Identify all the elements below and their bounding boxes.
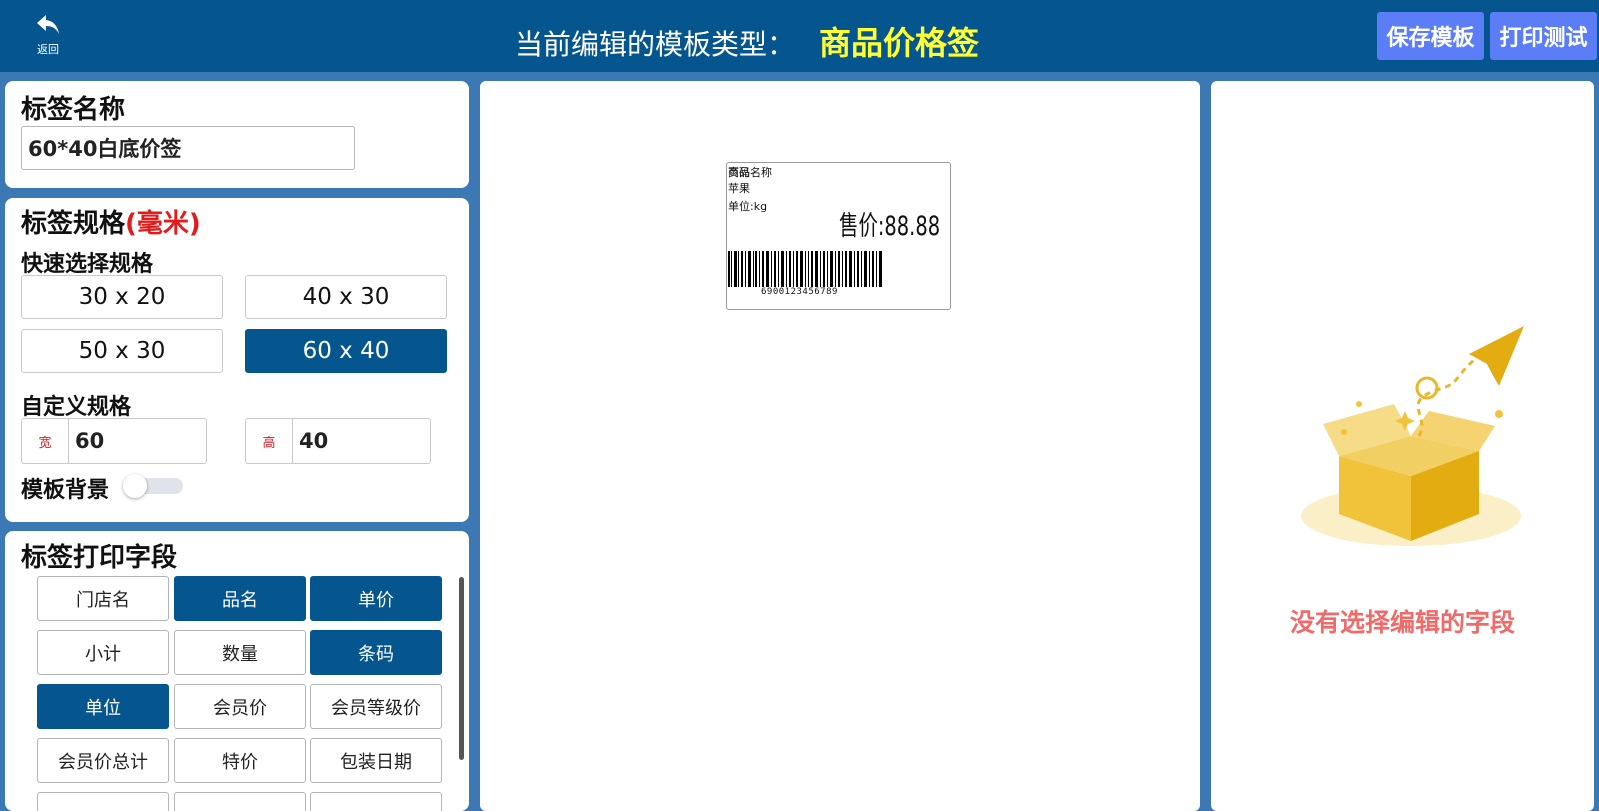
print-fields-title: 标签打印字段: [21, 543, 178, 573]
field-member-price[interactable]: 会员价: [174, 684, 306, 729]
height-input[interactable]: 40: [293, 419, 430, 463]
custom-spec-title: 自定义规格: [21, 395, 132, 420]
height-label: 高: [246, 419, 293, 463]
field-more-2[interactable]: [174, 792, 306, 811]
width-label: 宽: [22, 419, 69, 463]
field-product-name[interactable]: 品名: [174, 576, 306, 621]
spec-preset-60x40[interactable]: 60 x 40: [245, 329, 447, 373]
spec-preset-40x30[interactable]: 40 x 30: [245, 275, 447, 319]
field-quantity[interactable]: 数量: [174, 630, 306, 675]
fields-scrollbar[interactable]: [459, 577, 464, 760]
label-name-card: 标签名称 60*40白底价签: [5, 81, 469, 188]
preview-price[interactable]: 售价:88.88: [839, 204, 940, 243]
preview-product-name[interactable]: 苹果: [728, 180, 750, 196]
field-properties-panel: 没有选择编辑的字段: [1211, 81, 1594, 811]
label-preview[interactable]: 商品名称 页码 苹果 单位:kg 售价:88.88 6900123456789: [726, 162, 951, 310]
spec-preset-30x20[interactable]: 30 x 20: [21, 275, 223, 319]
preview-barcode-number[interactable]: 6900123456789: [761, 287, 838, 297]
field-member-level-price[interactable]: 会员等级价: [310, 684, 442, 729]
back-arrow-icon: [37, 15, 59, 34]
print-test-button[interactable]: 打印测试: [1490, 12, 1597, 60]
design-canvas[interactable]: 商品名称 页码 苹果 单位:kg 售价:88.88 6900123456789: [480, 81, 1200, 811]
field-store-name[interactable]: 门店名: [37, 576, 169, 621]
field-packaging-date[interactable]: 包装日期: [310, 738, 442, 783]
empty-box-illustration: [1301, 326, 1524, 546]
template-type: 商品价格签: [819, 24, 980, 62]
field-unit-price[interactable]: 单价: [310, 576, 442, 621]
toggle-knob: [123, 474, 147, 498]
label-spec-unit: (毫米): [125, 209, 201, 239]
template-background-label: 模板背景: [21, 478, 110, 503]
label-name-input[interactable]: 60*40白底价签: [21, 126, 355, 170]
field-barcode[interactable]: 条码: [310, 630, 442, 675]
field-more-1[interactable]: [37, 792, 169, 811]
preview-overlap-text[interactable]: 页码: [728, 164, 750, 180]
save-template-button[interactable]: 保存模板: [1377, 12, 1484, 60]
label-name-title: 标签名称: [21, 95, 126, 125]
width-input[interactable]: 60: [69, 419, 206, 463]
label-spec-title: 标签规格(毫米): [21, 203, 201, 240]
label-spec-card: 标签规格(毫米) 快速选择规格 30 x 20 40 x 30 50 x 30 …: [5, 198, 469, 522]
label-spec-title-text: 标签规格: [21, 209, 126, 239]
field-special-price[interactable]: 特价: [174, 738, 306, 783]
spec-preset-50x30[interactable]: 50 x 30: [21, 329, 223, 373]
preview-barcode[interactable]: [727, 251, 885, 287]
field-more-3[interactable]: [310, 792, 442, 811]
quick-spec-title: 快速选择规格: [21, 252, 154, 277]
back-button[interactable]: 返回: [28, 12, 68, 60]
page-title-prefix: 当前编辑的模板类型：: [515, 28, 796, 61]
back-label: 返回: [37, 43, 59, 56]
field-subtotal[interactable]: 小计: [37, 630, 169, 675]
field-member-price-total[interactable]: 会员价总计: [37, 738, 169, 783]
page-title: 当前编辑的模板类型： 商品价格签: [515, 18, 979, 62]
empty-selection-message: 没有选择编辑的字段: [1289, 608, 1515, 637]
print-fields-card: 标签打印字段 门店名 品名 单价 小计 数量 条码 单位 会员价 会员等级价 会…: [5, 531, 469, 811]
field-unit[interactable]: 单位: [37, 684, 169, 729]
height-field: 高 40: [245, 418, 431, 464]
top-bar: 返回 当前编辑的模板类型： 商品价格签 保存模板 打印测试: [0, 0, 1599, 72]
width-field: 宽 60: [21, 418, 207, 464]
preview-unit[interactable]: 单位:kg: [728, 198, 767, 214]
template-background-toggle[interactable]: [123, 474, 185, 498]
